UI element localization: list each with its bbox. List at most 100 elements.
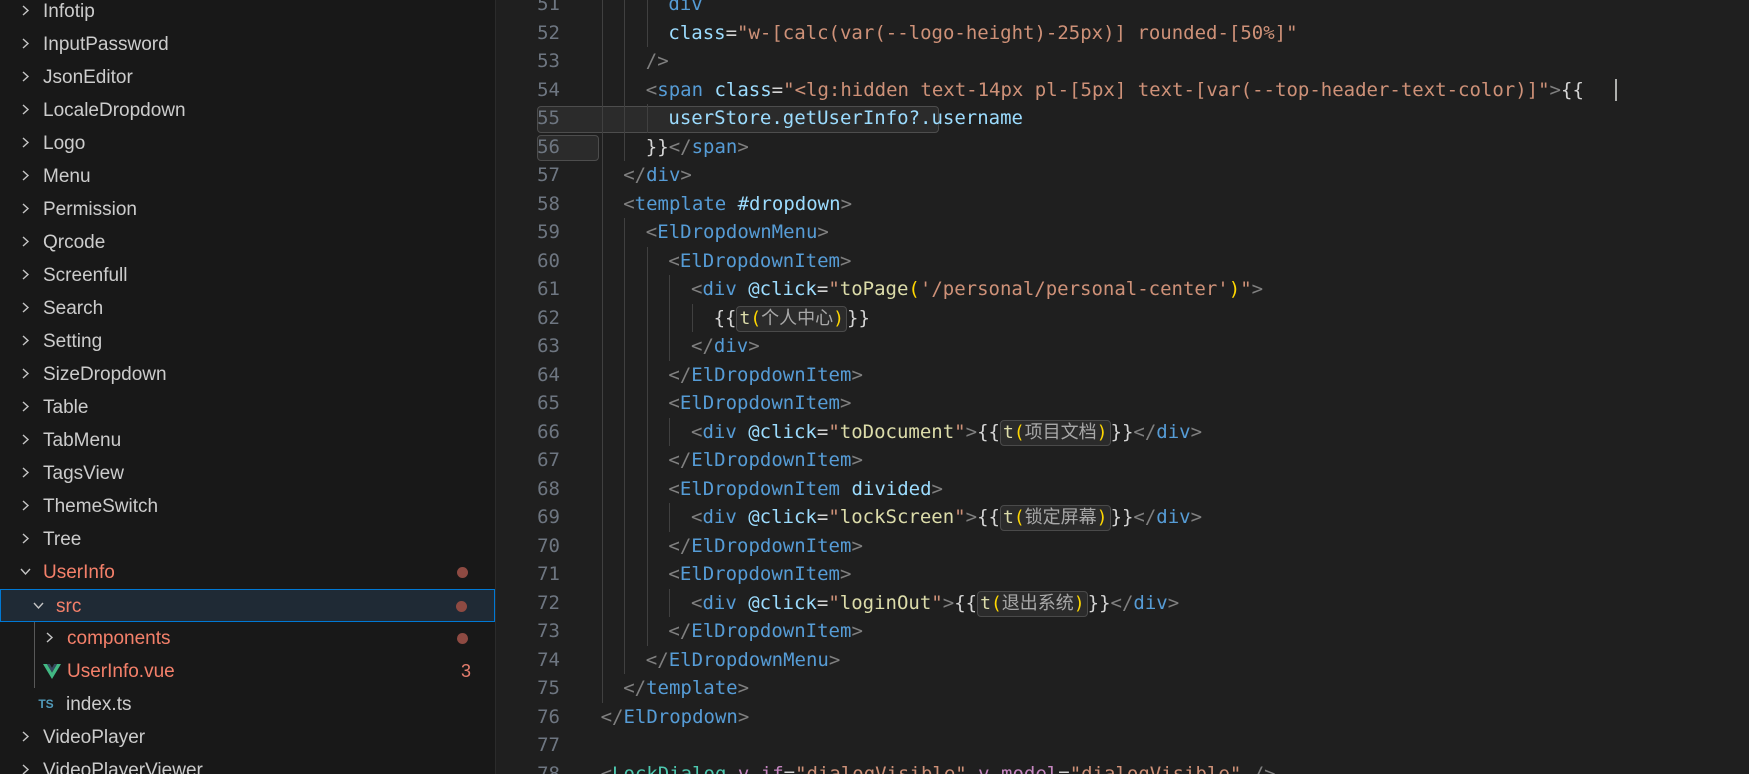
- code-token: {{: [1561, 78, 1584, 101]
- chevron-right-icon[interactable]: [20, 764, 31, 774]
- code-line[interactable]: 76 </ElDropdown>: [496, 703, 1749, 732]
- line-number: 76: [537, 705, 560, 728]
- tree-item-jsoneditor[interactable]: JsonEditor: [0, 61, 495, 94]
- code-token: "dialogVisible": [1069, 762, 1242, 774]
- chevron-down-icon[interactable]: [20, 566, 31, 577]
- code-line[interactable]: 51 div: [496, 0, 1749, 19]
- tree-item-themeswitch[interactable]: ThemeSwitch: [0, 490, 495, 523]
- chevron-right-icon[interactable]: [20, 269, 31, 280]
- code-line[interactable]: 65 <ElDropdownItem>: [496, 389, 1749, 418]
- code-line[interactable]: 55 userStore.getUserInfo?.username: [496, 104, 1749, 133]
- code-line[interactable]: 66 <div @click="toDocument">{{t(项目文档)}}</…: [496, 417, 1749, 446]
- code-line[interactable]: 69 <div @click="lockScreen">{{t(锁定屏幕)}}</…: [496, 503, 1749, 532]
- chevron-right-icon[interactable]: [20, 368, 31, 379]
- code-line[interactable]: 61 <div @click="toPage('/personal/persona…: [496, 275, 1749, 304]
- chevron-right-icon[interactable]: [20, 533, 31, 544]
- tree-item-qrcode[interactable]: Qrcode: [0, 226, 495, 259]
- code-text: </div>: [623, 161, 692, 190]
- code-token: >: [1549, 78, 1561, 101]
- code-line[interactable]: 75 </template>: [496, 674, 1749, 703]
- tree-item-sizedropdown[interactable]: SizeDropdown: [0, 358, 495, 391]
- code-text: </ElDropdown>: [601, 703, 750, 732]
- tree-item-tagsview[interactable]: TagsView: [0, 457, 495, 490]
- hint-text: 个人中心: [761, 307, 834, 329]
- chevron-right-icon[interactable]: [20, 434, 31, 445]
- tree-item-localedropdown[interactable]: LocaleDropdown: [0, 94, 495, 127]
- modified-dot-icon: [457, 633, 468, 644]
- tree-item-src[interactable]: src: [0, 589, 495, 622]
- tree-item-tabmenu[interactable]: TabMenu: [0, 424, 495, 457]
- code-text: {{t(个人中心)}}: [714, 304, 870, 333]
- code-line[interactable]: 60 <ElDropdownItem>: [496, 246, 1749, 275]
- code-line[interactable]: 52 class="w-[calc(var(--logo-height)-25px…: [496, 18, 1749, 47]
- chevron-right-icon[interactable]: [44, 632, 55, 643]
- code-token: ElDropdownMenu: [668, 648, 829, 671]
- tree-item-search[interactable]: Search: [0, 292, 495, 325]
- chevron-right-icon[interactable]: [20, 5, 31, 16]
- chevron-right-icon[interactable]: [20, 302, 31, 313]
- code-line[interactable]: 70 </ElDropdownItem>: [496, 531, 1749, 560]
- code-line[interactable]: 72 <div @click="loginOut">{{t(退出系统)}}</di…: [496, 588, 1749, 617]
- tree-item-infotip[interactable]: Infotip: [0, 0, 495, 28]
- line-number: 77: [537, 734, 560, 756]
- tree-item-components[interactable]: components: [0, 622, 495, 655]
- tree-item-userinfo-vue[interactable]: UserInfo.vue 3: [0, 655, 495, 688]
- indent-guide: [646, 588, 648, 617]
- inline-i18n-hint: t(项目文档): [999, 419, 1111, 446]
- code-line[interactable]: 68 <ElDropdownItem divided>: [496, 474, 1749, 503]
- chevron-right-icon[interactable]: [20, 467, 31, 478]
- tree-item-screenfull[interactable]: Screenfull: [0, 259, 495, 292]
- code-line[interactable]: 58 <template #dropdown>: [496, 189, 1749, 218]
- code-line[interactable]: 77: [496, 731, 1749, 760]
- code-token: >: [737, 677, 750, 699]
- tree-indent-guide: [34, 622, 35, 688]
- tree-item-menu[interactable]: Menu: [0, 160, 495, 193]
- chevron-right-icon[interactable]: [20, 500, 31, 511]
- chevron-right-icon[interactable]: [20, 401, 31, 412]
- code-line[interactable]: 57 </div>: [496, 161, 1749, 190]
- chevron-right-icon[interactable]: [20, 170, 31, 181]
- code-text: />: [646, 47, 669, 76]
- code-line[interactable]: 53 />: [496, 47, 1749, 76]
- code-line[interactable]: 71 <ElDropdownItem>: [496, 560, 1749, 589]
- tree-item-userinfo[interactable]: UserInfo: [0, 556, 495, 589]
- code-line[interactable]: 74 </ElDropdownMenu>: [496, 645, 1749, 674]
- code-token: loginOut: [839, 591, 932, 614]
- chevron-right-icon[interactable]: [20, 236, 31, 247]
- hint-call: t(: [739, 307, 762, 329]
- chevron-right-icon[interactable]: [20, 335, 31, 346]
- tree-item-tree[interactable]: Tree: [0, 523, 495, 556]
- code-token: }}: [645, 135, 669, 158]
- tree-item-videoplayerviewer[interactable]: VideoPlayerViewer: [0, 754, 495, 774]
- code-line[interactable]: 62 {{t(个人中心)}}: [496, 303, 1749, 333]
- chevron-right-icon[interactable]: [20, 71, 31, 82]
- chevron-right-icon[interactable]: [20, 104, 31, 115]
- tree-item-table[interactable]: Table: [0, 391, 495, 424]
- tree-item-inputpassword[interactable]: InputPassword: [0, 28, 495, 61]
- code-line[interactable]: 67 </ElDropdownItem>: [496, 446, 1749, 475]
- indent-guide: [624, 417, 626, 446]
- code-line[interactable]: 64 </ElDropdownItem>: [496, 360, 1749, 389]
- tree-item-permission[interactable]: Permission: [0, 193, 495, 226]
- tree-item-setting[interactable]: Setting: [0, 325, 495, 358]
- code-editor[interactable]: 51 div 52 class="w-[calc(var(--logo-height)…: [496, 0, 1749, 774]
- code-token: }}: [1110, 506, 1134, 528]
- code-line[interactable]: 78 <LockDialog v-if="dialogVisible" v-mod…: [496, 760, 1749, 774]
- code-line[interactable]: 73 </ElDropdownItem>: [496, 617, 1749, 646]
- chevron-right-icon[interactable]: [20, 137, 31, 148]
- tree-item-videoplayer[interactable]: VideoPlayer: [0, 721, 495, 754]
- tree-item-logo[interactable]: Logo: [0, 127, 495, 160]
- code-token: =: [1058, 762, 1070, 774]
- chevron-down-icon[interactable]: [33, 600, 44, 611]
- code-line[interactable]: 59 <ElDropdownMenu>: [496, 218, 1749, 247]
- chevron-right-icon[interactable]: [20, 731, 31, 742]
- code-line[interactable]: 56}}</span>: [496, 132, 1749, 161]
- code-token: </: [1133, 420, 1157, 443]
- tree-item-label: LocaleDropdown: [43, 100, 186, 121]
- code-line[interactable]: 54 <span class="<lg:hidden text-14px pl-[…: [496, 75, 1749, 104]
- code-token: ElDropdownItem: [679, 392, 840, 414]
- tree-item-index-ts[interactable]: TS index.ts: [0, 688, 495, 721]
- chevron-right-icon[interactable]: [20, 38, 31, 49]
- code-line[interactable]: 63 </div>: [496, 332, 1749, 361]
- chevron-right-icon[interactable]: [20, 203, 31, 214]
